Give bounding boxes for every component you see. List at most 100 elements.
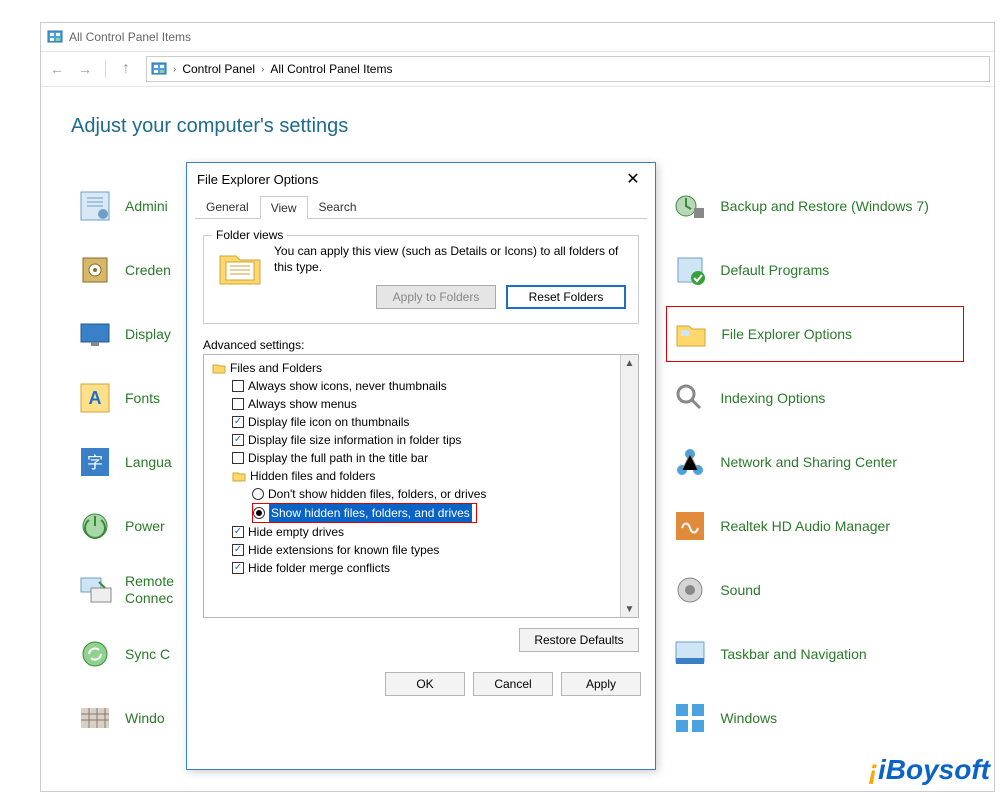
dialog-body: Folder views You can apply this view (su… [187,219,655,662]
checkbox[interactable] [232,398,244,410]
apply-button[interactable]: Apply [561,672,641,696]
cp-item-label: Langua [125,454,172,471]
tree-item-label: Always show icons, never thumbnails [248,377,447,395]
cp-item-label: Default Programs [720,262,829,279]
tree-item-9[interactable]: ✓ Hide extensions for known file types [206,541,618,559]
tree-item-4[interactable]: Display the full path in the title bar [206,449,618,467]
ok-button[interactable]: OK [385,672,465,696]
radio[interactable] [252,488,264,500]
scroll-down-icon[interactable]: ▼ [621,601,638,617]
cp-item-label: Admini [125,198,168,215]
checkbox[interactable]: ✓ [232,416,244,428]
tree-item-label: Show hidden files, folders, and drives [269,504,472,522]
cp-item-label: Creden [125,262,171,279]
tree-item-10[interactable]: ✓Hide folder merge conflicts [206,559,618,577]
nav-separator [105,60,106,78]
cancel-button[interactable]: Cancel [473,672,553,696]
tree-item-5[interactable]: Hidden files and folders [206,467,618,485]
control-panel-icon [47,29,63,45]
cp-item-right-1[interactable]: Default Programs [666,242,964,298]
checkbox[interactable]: ✓ [232,434,244,446]
tree-item-label: Hide empty drives [248,523,344,541]
cp-icon [672,444,708,480]
tree-root: Files and Folders [206,359,618,377]
restore-defaults-button[interactable]: Restore Defaults [519,628,639,652]
titlebar: All Control Panel Items [41,23,994,51]
cp-item-right-6[interactable]: Sound [666,562,964,618]
page-title: Adjust your computer's settings [71,115,964,138]
scrollbar[interactable]: ▲ ▼ [620,355,638,617]
checkbox[interactable] [232,380,244,392]
cp-item-right-4[interactable]: Network and Sharing Center [666,434,964,490]
cp-icon [77,508,113,544]
cp-item-label: Indexing Options [720,390,825,407]
tree-item-2[interactable]: ✓Display file icon on thumbnails [206,413,618,431]
cp-item-label: Network and Sharing Center [720,454,897,471]
cp-item-right-5[interactable]: Realtek HD Audio Manager [666,498,964,554]
cp-icon [77,252,113,288]
checkbox[interactable]: ✓ [232,526,244,538]
tree-item-8[interactable]: ✓ Hide empty drives [206,523,618,541]
breadcrumb-0[interactable]: Control Panel [182,62,255,76]
tree-item-label: Always show menus [248,395,357,413]
tree-item-7[interactable]: Show hidden files, folders, and drives [206,503,618,523]
cp-item-right-0[interactable]: Backup and Restore (Windows 7) [666,178,964,234]
cp-item-label: Display [125,326,171,343]
dialog-footer: OK Cancel Apply [187,662,655,706]
cp-item-label: Fonts [125,390,160,407]
folder-views-text: You can apply this view (such as Details… [274,244,626,275]
cp-item-label: File Explorer Options [721,326,852,343]
tree-item-label: Don't show hidden files, folders, or dri… [268,485,486,503]
file-explorer-options-dialog: File Explorer Options ✕ General View Sea… [186,162,656,770]
cp-item-right-2[interactable]: File Explorer Options [666,306,964,362]
tree-item-3[interactable]: ✓ Display file size information in folder… [206,431,618,449]
close-button[interactable]: ✕ [621,167,645,191]
dialog-title: File Explorer Options [197,172,318,187]
up-button[interactable]: ↑ [114,57,138,81]
chevron-right-icon: › [173,64,176,75]
tree-item-6[interactable]: Don't show hidden files, folders, or dri… [206,485,618,503]
reset-folders-button[interactable]: Reset Folders [506,285,626,309]
radio[interactable] [253,507,265,519]
cp-icon: 字 [77,444,113,480]
addressbar[interactable]: › Control Panel › All Control Panel Item… [146,56,990,82]
folder-views-group: Folder views You can apply this view (su… [203,235,639,324]
scroll-up-icon[interactable]: ▲ [621,355,638,371]
folder-icon [232,470,246,482]
cp-item-label: RemoteConnec [125,573,174,607]
cp-item-right-8[interactable]: Windows [666,690,964,746]
tab-search[interactable]: Search [308,195,368,218]
addressbar-icon [151,61,167,77]
cp-icon [77,316,113,352]
cp-item-label: Taskbar and Navigation [720,646,866,663]
cp-item-label: Sync C [125,646,170,663]
tab-general[interactable]: General [195,195,260,218]
folder-icon [216,244,264,292]
tree-item-0[interactable]: Always show icons, never thumbnails [206,377,618,395]
cp-icon [77,636,113,672]
cp-icon [672,700,708,736]
tree-item-1[interactable]: Always show menus [206,395,618,413]
cp-icon [77,188,113,224]
checkbox[interactable] [232,452,244,464]
cp-icon [77,572,113,608]
back-button[interactable]: ← [45,57,69,81]
tree-item-label: Display the full path in the title bar [248,449,428,467]
cp-icon [672,636,708,672]
apply-to-folders-button[interactable]: Apply to Folders [376,285,496,309]
window-title: All Control Panel Items [69,30,191,44]
cp-icon [672,508,708,544]
tab-view[interactable]: View [260,196,308,219]
checkbox[interactable]: ✓ [232,562,244,574]
chevron-right-icon: › [261,64,264,75]
breadcrumb-1[interactable]: All Control Panel Items [270,62,392,76]
right-column: Backup and Restore (Windows 7) Default Pr… [666,178,964,746]
cp-icon [77,700,113,736]
tree-item-label: Display file size information in folder … [248,431,461,449]
cp-item-right-7[interactable]: Taskbar and Navigation [666,626,964,682]
checkbox[interactable]: ✓ [232,544,244,556]
cp-item-right-3[interactable]: Indexing Options [666,370,964,426]
advanced-settings-label: Advanced settings: [203,338,639,352]
forward-button[interactable]: → [73,57,97,81]
tree-item-label: Hide extensions for known file types [248,541,439,559]
